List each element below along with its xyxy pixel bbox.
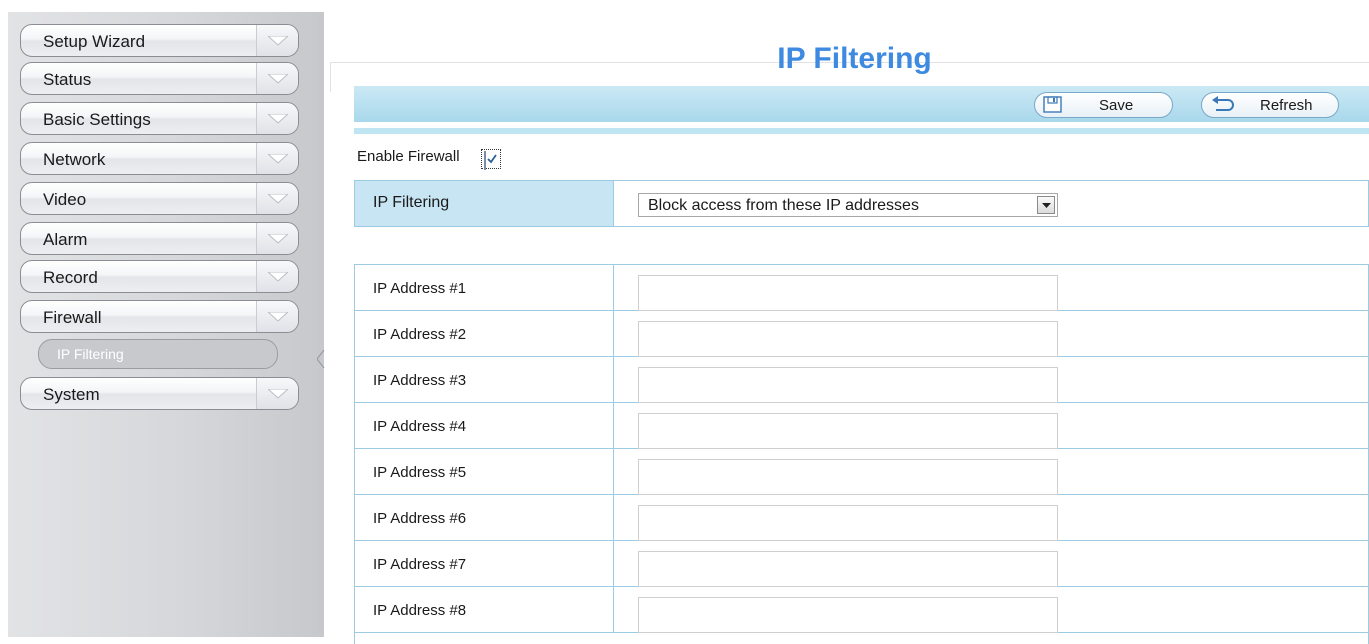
ip-address-row: IP Address #6 [355, 495, 1368, 541]
refresh-label: Refresh [1260, 97, 1313, 114]
dropdown-arrow-icon[interactable] [1037, 196, 1055, 214]
ip-address-label-cell: IP Address #3 [355, 357, 614, 402]
enable-firewall-checkbox[interactable] [481, 149, 501, 170]
chevron-down-icon [256, 261, 298, 292]
ip-address-row: IP Address #7 [355, 541, 1368, 587]
menu-item-alarm[interactable]: Alarm [20, 222, 299, 255]
save-label: Save [1099, 97, 1134, 114]
menu-item-label: Record [43, 268, 98, 287]
ip-address-label: IP Address #2 [373, 326, 467, 343]
ip-address-label: IP Address #6 [373, 510, 467, 527]
ip-address-input-6[interactable] [638, 505, 1058, 541]
chevron-down-icon [256, 378, 298, 409]
menu-item-label: Status [43, 70, 92, 89]
chevron-down-icon [256, 183, 298, 214]
chevron-down-icon [256, 63, 298, 94]
ip-address-input-5[interactable] [638, 459, 1058, 495]
menu-item-label: Network [43, 150, 106, 169]
menu-item-setup-wizard[interactable]: Setup Wizard [20, 24, 299, 57]
menu-item-record[interactable]: Record [20, 260, 299, 293]
menu-item-label: Basic Settings [43, 110, 151, 129]
ip-address-row: IP Address #4 [355, 403, 1368, 449]
ip-address-input-8[interactable] [638, 597, 1058, 633]
ip-filtering-select[interactable]: Block access from these IP addresses [638, 193, 1058, 217]
ip-address-label-cell: IP Address #4 [355, 403, 614, 448]
ip-address-row: IP Address #2 [355, 311, 1368, 357]
ip-address-label-cell: IP Address #5 [355, 449, 614, 494]
ip-filtering-label-cell: IP Filtering [355, 181, 614, 226]
ip-address-row: IP Address #5 [355, 449, 1368, 495]
chevron-down-icon [256, 25, 298, 56]
refresh-icon [1210, 96, 1234, 119]
enable-firewall-row: Enable Firewall [357, 148, 501, 170]
ip-address-label-cell: IP Address #2 [355, 311, 614, 356]
active-pointer-icon [317, 350, 325, 369]
save-icon [1043, 96, 1063, 119]
sidebar: Setup Wizard Status Basic Settings Netwo… [8, 12, 325, 637]
ip-filtering-mode-row: IP Filtering Block access from these IP … [354, 180, 1369, 227]
menu-item-basic-settings[interactable]: Basic Settings [20, 102, 299, 135]
ip-address-input-3[interactable] [638, 367, 1058, 403]
menu-item-firewall[interactable]: Firewall [20, 300, 299, 333]
menu-item-label: Setup Wizard [43, 32, 146, 51]
chevron-down-icon [256, 301, 298, 332]
ip-address-label-cell: IP Address #7 [355, 541, 614, 586]
chevron-down-icon [256, 223, 298, 254]
ip-address-label-cell: IP Address #8 [355, 587, 614, 632]
checkmark-icon [487, 154, 497, 164]
menu-item-label: Video [43, 190, 87, 209]
menu-item-video[interactable]: Video [20, 182, 299, 215]
ip-filtering-select-value: Block access from these IP addresses [648, 197, 919, 214]
menu-item-label: Alarm [43, 230, 88, 249]
ip-address-label: IP Address #7 [373, 556, 467, 573]
ip-address-input-4[interactable] [638, 413, 1058, 449]
toolbar: Save Refresh [354, 86, 1369, 122]
ip-address-input-7[interactable] [638, 551, 1058, 587]
submenu-item-ip-filtering[interactable]: IP Filtering [38, 339, 278, 369]
ip-address-row: IP Address #1 [355, 265, 1368, 311]
enable-firewall-label: Enable Firewall [357, 148, 460, 165]
ip-address-label-cell: IP Address #1 [355, 265, 614, 310]
ip-address-label: IP Address #5 [373, 464, 467, 481]
chevron-down-icon [256, 103, 298, 134]
ip-address-label-cell: IP Address #6 [355, 495, 614, 540]
checkbox-box [484, 151, 497, 170]
submenu-item-label: IP Filtering [57, 346, 124, 362]
menu-item-system[interactable]: System [20, 377, 299, 410]
page-title: IP Filtering [777, 42, 932, 75]
ip-address-table: IP Address #1 IP Address #2 IP Address #… [354, 264, 1369, 644]
ip-address-label: IP Address #3 [373, 372, 467, 389]
ip-address-input-1[interactable] [638, 275, 1058, 311]
ip-filtering-label: IP Filtering [373, 194, 450, 211]
ip-address-label: IP Address #4 [373, 418, 467, 435]
save-button[interactable]: Save [1034, 92, 1173, 118]
toolbar-divider [354, 128, 1369, 134]
menu-item-label: System [43, 385, 100, 404]
ip-address-row: IP Address #3 [355, 357, 1368, 403]
ip-address-row: IP Address #8 [355, 587, 1368, 633]
menu-item-label: Firewall [43, 308, 102, 327]
menu-item-status[interactable]: Status [20, 62, 299, 95]
chevron-down-icon [256, 143, 298, 174]
ip-address-input-2[interactable] [638, 321, 1058, 357]
menu-item-network[interactable]: Network [20, 142, 299, 175]
ip-address-label: IP Address #1 [373, 280, 467, 297]
ip-address-label: IP Address #8 [373, 602, 467, 619]
refresh-button[interactable]: Refresh [1201, 92, 1339, 118]
